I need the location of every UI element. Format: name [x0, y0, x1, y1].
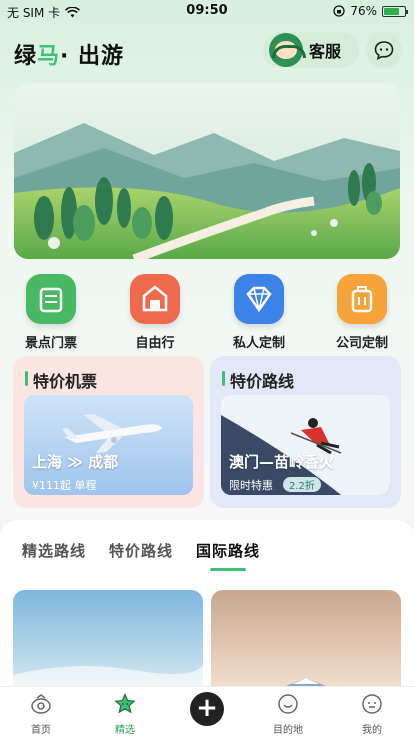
gate-icon: [130, 274, 180, 324]
ticket-icon: [26, 274, 76, 324]
nav-home[interactable]: 首页: [11, 693, 71, 736]
diamond-icon: [234, 274, 284, 324]
flight-route: 上海 ≫ 成都: [32, 453, 119, 471]
quick-item-free-travel[interactable]: 自由行: [115, 274, 195, 351]
quick-item-company-custom[interactable]: 公司定制: [322, 274, 402, 351]
destination-icon: [278, 694, 298, 714]
battery-icon: [382, 5, 408, 17]
route-card-image[interactable]: [13, 590, 203, 700]
tab-featured-routes[interactable]: 精选路线: [22, 540, 86, 561]
tab-special-routes[interactable]: 特价路线: [109, 540, 173, 561]
ski-image: 澳门—苗岭香火 限时特惠 2.2折: [221, 395, 390, 495]
nav-destination[interactable]: 目的地: [258, 693, 318, 736]
brand-title: 绿马· 出游: [14, 44, 125, 69]
bottom-tab-bar: 首页 精选 + 目的地 我的: [0, 686, 414, 736]
route-tabs: 精选路线 特价路线 国际路线: [22, 540, 283, 571]
status-bar: 无 SIM 卡 09:50 76%: [0, 0, 414, 22]
nav-label: 精选: [115, 725, 135, 736]
chat-bubble-icon: [374, 41, 394, 60]
luggage-icon: [337, 274, 387, 324]
customer-service-label: 客服: [309, 42, 342, 61]
flight-image: 上海 ≫ 成都 ¥111起 单程: [24, 395, 193, 495]
quick-item-label: 私人定制: [232, 336, 285, 351]
customer-service-button[interactable]: 客服: [263, 32, 359, 68]
promo-banner[interactable]: [14, 83, 400, 259]
battery-percent: 76%: [350, 4, 377, 18]
card-title: 特价路线: [222, 368, 294, 392]
nav-profile[interactable]: 我的: [342, 693, 402, 736]
add-button[interactable]: +: [190, 692, 224, 726]
nav-label: 首页: [31, 725, 51, 736]
quick-item-private-custom[interactable]: 私人定制: [219, 274, 299, 351]
nav-label: 目的地: [273, 725, 303, 736]
tab-international-routes[interactable]: 国际路线: [196, 540, 260, 571]
landscape-illustration: [14, 83, 400, 259]
star-icon: [114, 692, 136, 714]
quick-item-scenic-tickets[interactable]: 景点门票: [11, 274, 91, 351]
quick-item-label: 景点门票: [24, 336, 77, 351]
special-routes-card[interactable]: 特价路线 澳门—苗岭香火 限时特惠 2.2折: [210, 356, 401, 508]
special-flights-card[interactable]: 特价机票 上海 ≫ 成都 ¥111起 单程: [13, 356, 204, 508]
quick-item-label: 自由行: [135, 336, 175, 351]
message-button[interactable]: [366, 32, 402, 68]
quick-item-label: 公司定制: [335, 336, 388, 351]
orientation-lock-icon: [333, 5, 345, 17]
route-card-image[interactable]: [211, 590, 401, 700]
route-promo: 限时特惠 2.2折: [229, 477, 321, 493]
flight-price: ¥111起 单程: [32, 479, 97, 492]
home-icon: [31, 694, 51, 714]
discount-badge: 2.2折: [283, 477, 321, 492]
profile-icon: [362, 694, 382, 714]
headset-avatar-icon: [269, 33, 306, 67]
nav-featured[interactable]: 精选: [95, 692, 155, 736]
card-title: 特价机票: [25, 368, 97, 392]
nav-label: 我的: [362, 725, 382, 736]
route-name: 澳门—苗岭香火: [229, 453, 335, 471]
